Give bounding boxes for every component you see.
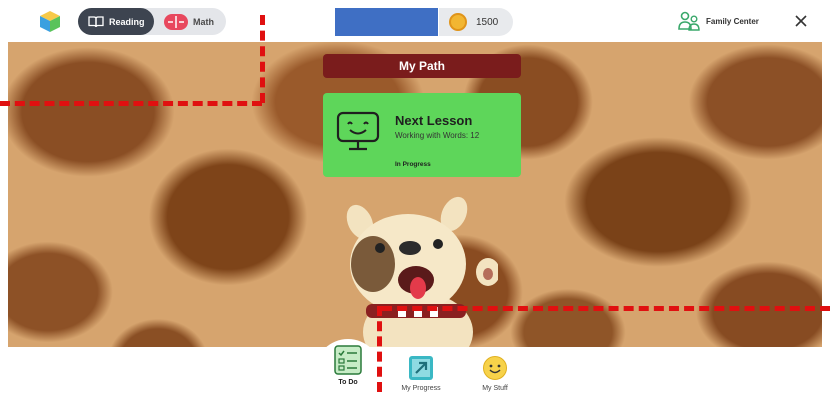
nav-my-stuff[interactable]: My Stuff xyxy=(460,355,530,392)
red-dashed-guide-line xyxy=(0,101,262,106)
my-path-banner: My Path xyxy=(323,54,521,78)
arrow-icon xyxy=(409,356,433,380)
bottom-nav: To Do My Progress My Stuff xyxy=(0,339,830,404)
nav-todo-label: To Do xyxy=(338,379,358,386)
reading-tab[interactable]: Reading xyxy=(78,8,154,35)
reading-tab-label: Reading xyxy=(109,16,145,27)
family-center-button[interactable]: Family Center xyxy=(678,9,759,33)
math-tab[interactable]: Math xyxy=(156,8,226,35)
app-logo-cube-icon[interactable] xyxy=(38,9,62,33)
coin-count: 1500 xyxy=(476,16,499,28)
coin-icon xyxy=(449,13,467,31)
red-dashed-guide-line xyxy=(377,306,382,392)
nav-my-stuff-label: My Stuff xyxy=(482,385,508,392)
smiling-computer-icon xyxy=(336,111,380,151)
giraffe-pattern-background: My Path Next Lesson Working with Words: … xyxy=(8,42,822,347)
family-icon xyxy=(678,11,700,31)
smiley-icon xyxy=(483,356,507,380)
next-lesson-card[interactable]: Next Lesson Working with Words: 12 In Pr… xyxy=(323,93,521,177)
red-dashed-guide-line xyxy=(382,306,830,311)
family-center-label: Family Center xyxy=(706,16,759,26)
lesson-status: In Progress xyxy=(395,161,431,168)
lesson-title: Next Lesson xyxy=(395,113,473,128)
subject-toggle: Reading Math xyxy=(78,8,226,35)
coin-balance[interactable]: 1500 xyxy=(439,8,513,36)
close-icon xyxy=(795,15,807,27)
math-icon xyxy=(164,13,188,30)
nav-todo[interactable]: To Do xyxy=(315,339,381,404)
close-button[interactable] xyxy=(790,10,812,32)
math-tab-label: Math xyxy=(193,16,214,27)
nav-my-progress-label: My Progress xyxy=(401,385,441,392)
red-dashed-guide-line xyxy=(260,15,265,103)
top-bar: Reading Math 1500 Family Center xyxy=(0,0,830,42)
lesson-subtitle: Working with Words: 12 xyxy=(395,131,480,140)
checklist-icon xyxy=(334,345,362,375)
app-window: Reading Math 1500 Family Center My Path … xyxy=(0,0,830,404)
puppy-mascot[interactable] xyxy=(338,192,498,347)
level-progress-box[interactable] xyxy=(335,8,438,36)
nav-my-progress[interactable]: My Progress xyxy=(386,355,456,392)
book-icon xyxy=(88,15,104,27)
